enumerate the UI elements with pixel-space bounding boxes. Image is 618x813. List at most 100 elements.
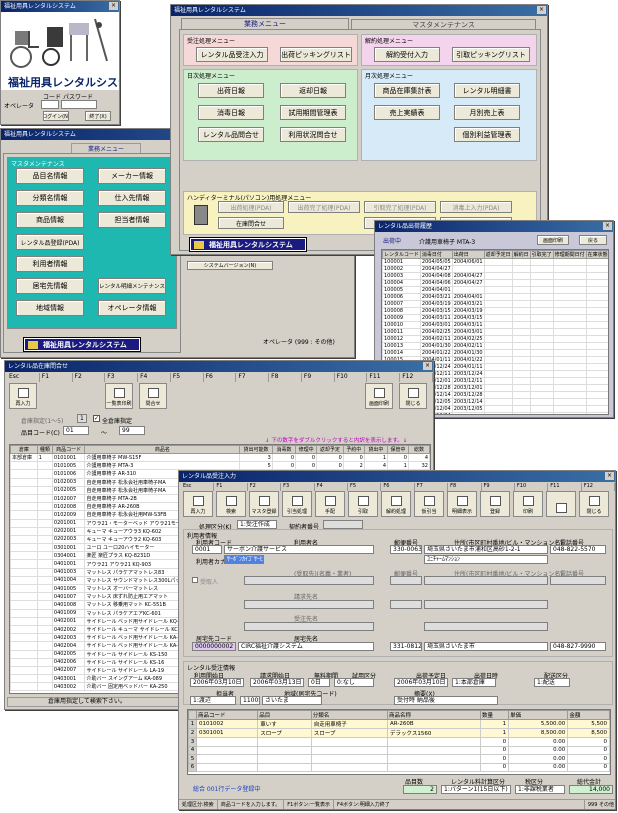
maker-info-button[interactable]: メーカー情報	[98, 168, 166, 184]
shipping-complete-pda-button[interactable]: 出荷完了処理(PDA)	[288, 201, 360, 213]
disinfect-input-pda-button[interactable]: 消毒上入力(PDA)	[440, 201, 512, 213]
return-daily-button[interactable]: 返却日報	[280, 83, 346, 98]
stock-inquiry-button[interactable]: 在庫問合せ	[218, 217, 284, 229]
close-icon[interactable]: ×	[603, 222, 612, 230]
rental-statement-button[interactable]: レンタル明細書	[454, 83, 520, 98]
inquiry-button[interactable]: 問合せ	[139, 383, 167, 409]
contract-number-field[interactable]	[323, 520, 363, 529]
login-button[interactable]: ログイン(N)	[43, 111, 69, 121]
toolbar-button[interactable]: 手配	[315, 491, 345, 517]
toolbar-button[interactable]: 検索	[216, 491, 246, 517]
tax-type-field[interactable]: 1:非課税業者	[515, 785, 565, 794]
trial-type-field[interactable]: 0:なし	[334, 678, 374, 687]
table-row[interactable]: 100010 2004/03/01 2004/03/11	[382, 321, 608, 329]
history-print-button[interactable]: 画面印刷	[537, 235, 569, 245]
table-row[interactable]: 100011 2004/02/25 2004/03/01	[382, 328, 608, 336]
inventory-close-button[interactable]: 閉じる	[399, 383, 427, 409]
toolbar-button[interactable]: 仮引当	[414, 491, 444, 517]
close-icon[interactable]: ×	[537, 6, 546, 14]
process-type-select[interactable]: 1:受注作成	[237, 520, 277, 529]
toolbar-button[interactable]: 解約処理	[381, 491, 411, 517]
toolbar-button[interactable]: 再入力	[183, 491, 213, 517]
zip-field[interactable]: 330-0063	[390, 545, 422, 554]
stock-summary-button[interactable]: 商品在庫集計表	[374, 83, 440, 98]
tel-field[interactable]: 048-822-5570	[550, 545, 606, 554]
disinfection-daily-button[interactable]: 消毒日報	[198, 105, 264, 120]
item-name-info-button[interactable]: 品目名情報	[16, 168, 84, 184]
ship-date-field[interactable]: 2006年03月10日	[394, 678, 448, 687]
calc-type-field[interactable]: 1:パターン1(15日以下)	[441, 785, 511, 794]
monthly-sales-button[interactable]: 月別売上表	[454, 105, 520, 120]
toolbar-button[interactable]: 印刷	[513, 491, 543, 517]
code-from-field[interactable]: 01	[63, 426, 89, 435]
table-row[interactable]: 100012 2004/02/11 2004/02/25	[382, 335, 608, 343]
exit-button[interactable]: 終了(X)	[85, 111, 111, 121]
pickup-picking-list-button[interactable]: 引取ピッキングリスト	[452, 47, 530, 62]
rental-register-pda-button[interactable]: レンタル品登録(PDA)	[16, 234, 84, 250]
user-code-field[interactable]: 0001	[192, 545, 222, 554]
close-icon[interactable]: ×	[605, 472, 614, 480]
rental-inquiry-button[interactable]: レンタル品問合せ	[198, 127, 264, 142]
recipient-zip-field[interactable]	[390, 576, 422, 585]
recipient-tel-field[interactable]	[550, 576, 606, 585]
table-row[interactable]: 100001 2004/05/05 2004/06/01	[382, 258, 608, 266]
recipient-name-field[interactable]	[244, 576, 374, 585]
table-row[interactable]: 100007 2004/03/19 2004/03/21	[382, 300, 608, 308]
table-row[interactable]: 3 0 0.00 0	[188, 737, 610, 747]
table-row[interactable]: 5 0 0.00 0	[188, 754, 610, 764]
user-info-button[interactable]: 利用者情報	[16, 256, 84, 272]
table-row[interactable]: 100006 2004/03/21 2004/04/01	[382, 293, 608, 301]
cancel-entry-button[interactable]: 解約受付入力	[374, 47, 440, 62]
tab-master-maintenance[interactable]: マスタメンテナンス	[351, 19, 536, 29]
dealer-name-field[interactable]: CIRC福祉介護システム	[238, 642, 374, 651]
dealer-zip-field[interactable]: 331-0812	[390, 642, 422, 651]
order-from-addr-field[interactable]	[424, 622, 548, 631]
staff-field[interactable]: 1:渡辺	[190, 696, 236, 705]
staff-info-button[interactable]: 担当者情報	[98, 212, 166, 228]
close-icon[interactable]: ×	[423, 362, 432, 370]
table-row[interactable]: 100014 2004/01/22 2004/01/30	[382, 349, 608, 357]
dealer-addr-field[interactable]: 埼玉県さいたま市	[424, 642, 548, 651]
profit-management-button[interactable]: 個別利益管理表	[454, 127, 520, 142]
dealer-tel-field[interactable]: 048-827-9990	[550, 642, 606, 651]
password-field[interactable]	[61, 100, 97, 109]
shipping-picking-list-button[interactable]: 出荷ピッキングリスト	[280, 47, 352, 62]
shipping-pda-button[interactable]: 出荷処理(PDA)	[218, 201, 284, 213]
recipient-checkbox[interactable]	[192, 577, 198, 583]
table-row[interactable]: 6 0 0.00 0	[188, 762, 610, 772]
free-period-field[interactable]: 0日	[308, 678, 330, 687]
dealer-code-field[interactable]: 0000000002	[192, 642, 236, 651]
reenter-button[interactable]: 再入力	[9, 383, 37, 409]
billing-addr-field[interactable]	[424, 600, 548, 609]
operator-code-field[interactable]	[41, 100, 59, 109]
product-info-button[interactable]: 商品情報	[16, 212, 84, 228]
table-row[interactable]: 2 0301001 スロープ スロープ デラックス1560 1 8,500.00 8,500	[188, 728, 610, 738]
table-row[interactable]: 1 0101002 車いす 自走用車椅子 AR-260B 1 5,500.00 5,500	[188, 719, 610, 729]
rent-date-field[interactable]: 2006年03月10日	[190, 678, 244, 687]
operator-info-button[interactable]: オペレータ情報	[98, 300, 166, 316]
area-field[interactable]: さいたま	[262, 696, 322, 705]
table-row[interactable]: 100004 2004/04/06 2004/04/27	[382, 279, 608, 287]
tab-business-menu[interactable]: 業務メニュー	[181, 18, 349, 29]
code-to-field[interactable]: 99	[119, 426, 145, 435]
table-row[interactable]: 0101005 介護用車椅子 MTA-3 5 0 0 0 2 4 1 32	[10, 461, 430, 471]
history-back-button[interactable]: 戻る	[579, 235, 607, 245]
delivery-type-field[interactable]: 1:配送	[534, 678, 570, 687]
billing-name-field[interactable]	[244, 600, 374, 609]
list-print-button[interactable]: 一覧表印刷	[105, 383, 133, 409]
care-office-info-button[interactable]: 居宅先情報	[16, 278, 84, 294]
rental-order-entry-button[interactable]: レンタル品受注入力	[196, 47, 268, 62]
user-kana-field[interactable]: ｻｰﾎﾞﾝｶｲｺﾞｻｰﾋﾞｽ	[224, 555, 264, 564]
system-version-button[interactable]: システムバージョン(N)	[187, 261, 273, 270]
screen-print-button[interactable]: 画面印刷	[365, 383, 393, 409]
memo-field[interactable]: 受付時 納品後	[394, 696, 498, 705]
toolbar-button[interactable]: 登録	[480, 491, 510, 517]
table-row[interactable]: 100009 2004/03/11 2004/03/15	[382, 314, 608, 322]
table-row[interactable]: 100002 2004/04/27	[382, 265, 608, 273]
supplier-info-button[interactable]: 仕入先情報	[98, 190, 166, 206]
trial-period-report-button[interactable]: 試用期間管理表	[280, 105, 346, 120]
table-row[interactable]: 100003 2004/04/08 2004/04/27	[382, 272, 608, 280]
store-field[interactable]: 1	[77, 414, 87, 423]
user-name-field[interactable]: サーボン介護サービス	[224, 545, 374, 554]
order-from-field[interactable]	[244, 622, 374, 631]
